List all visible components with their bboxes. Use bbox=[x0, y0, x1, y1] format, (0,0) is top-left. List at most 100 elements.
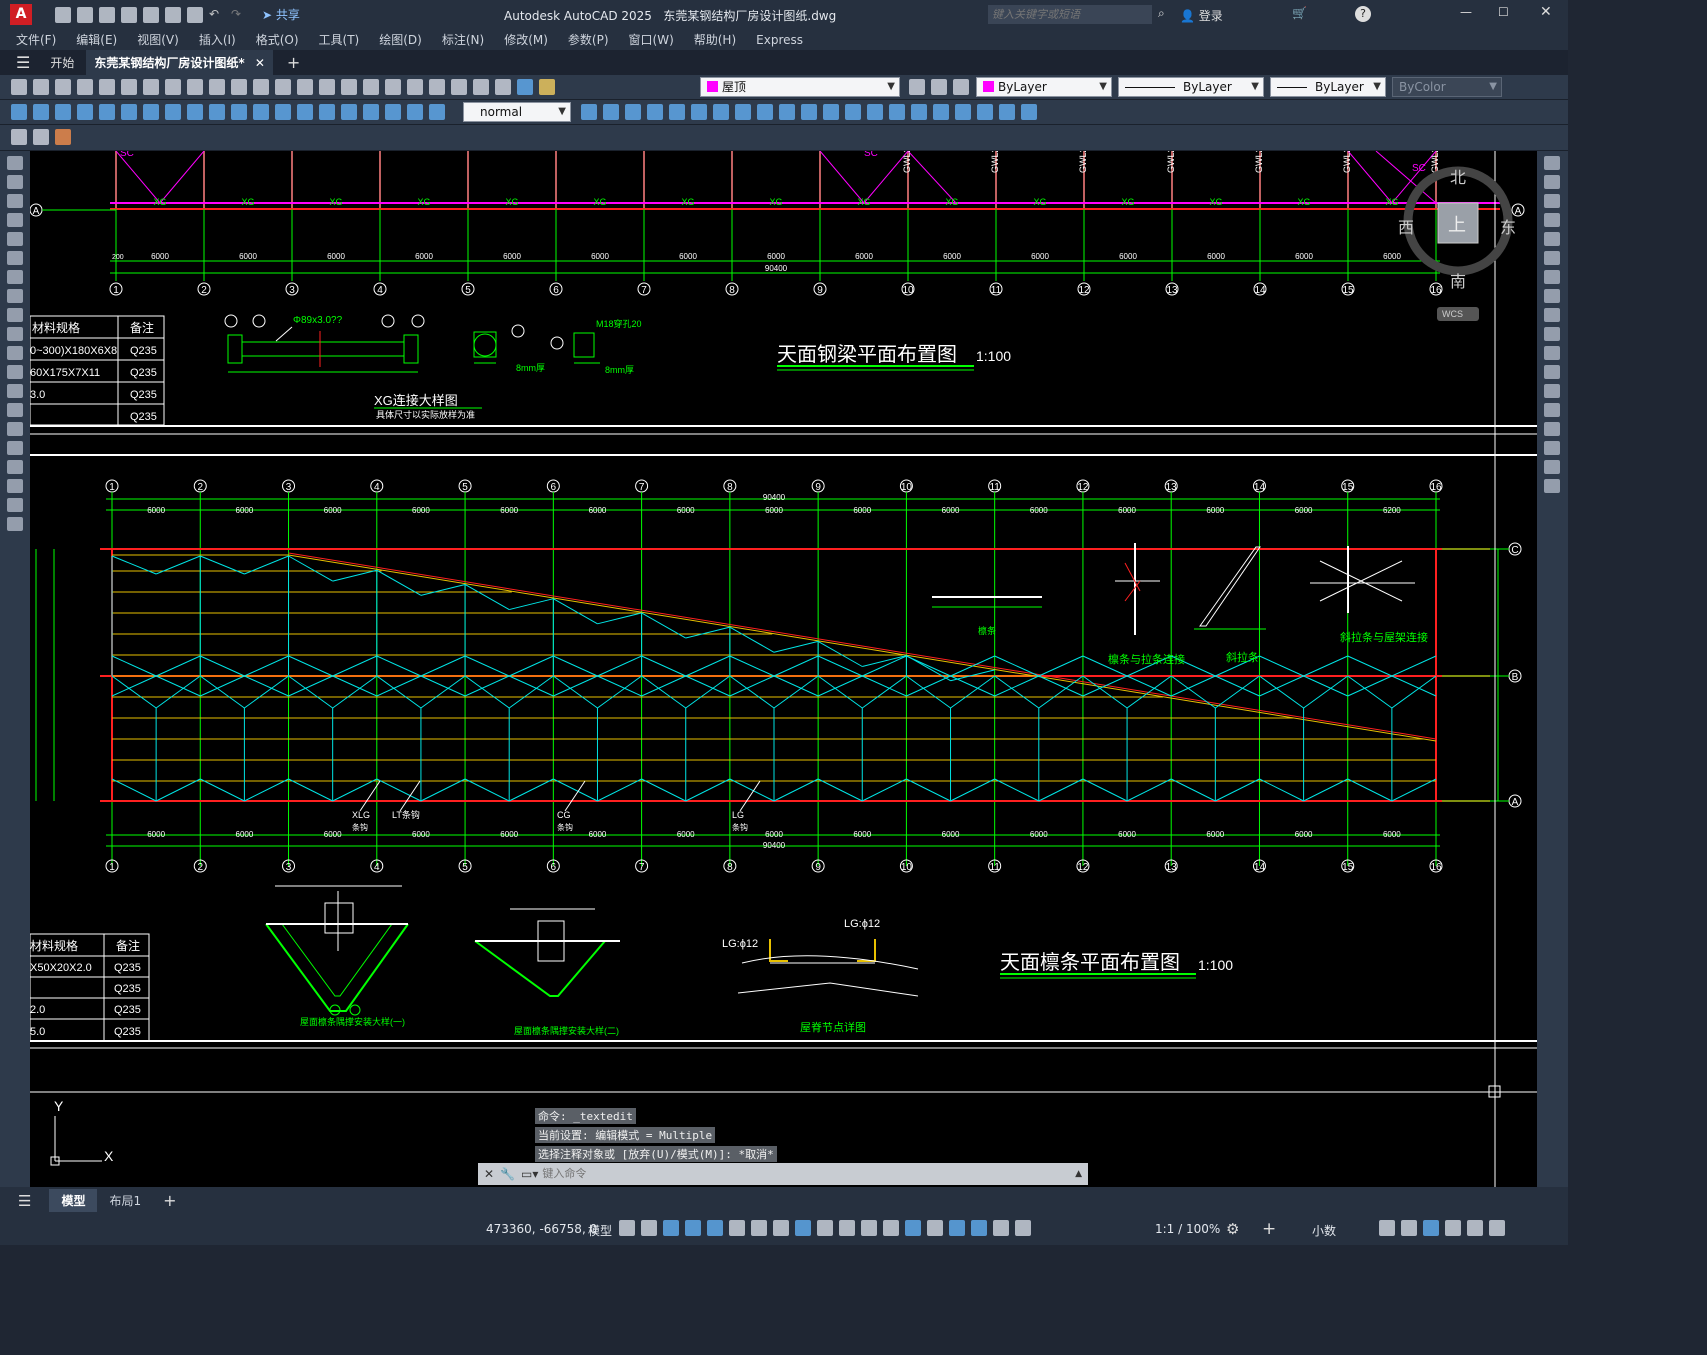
design-center-icon[interactable] bbox=[385, 79, 401, 95]
viewcube-north-label[interactable]: 北 bbox=[1450, 169, 1466, 187]
viewcube[interactable]: 上 北 南 东 西 WCS bbox=[1398, 166, 1516, 321]
hamburger-menu-icon[interactable]: ☰ bbox=[16, 53, 30, 72]
rectangle-icon[interactable] bbox=[7, 232, 23, 246]
open-file-icon[interactable] bbox=[77, 6, 93, 23]
polyline-icon[interactable] bbox=[7, 194, 23, 208]
extend-right-icon[interactable] bbox=[1544, 346, 1560, 360]
wcs-menu[interactable]: WCS bbox=[1442, 309, 1463, 319]
viewcube-top-label[interactable]: 上 bbox=[1448, 215, 1466, 235]
print-icon[interactable] bbox=[77, 79, 93, 95]
close-command-icon[interactable]: ✕ bbox=[484, 1167, 494, 1181]
tolerance-icon[interactable] bbox=[297, 104, 313, 120]
layer-properties-icon[interactable] bbox=[517, 79, 533, 95]
new-tab-button[interactable]: + bbox=[287, 53, 300, 72]
snap-icon[interactable] bbox=[641, 1220, 657, 1236]
properties-icon[interactable] bbox=[363, 79, 379, 95]
tab-layout1[interactable]: 布局1 bbox=[97, 1189, 153, 1212]
web-open-icon[interactable] bbox=[143, 6, 159, 23]
quick-dim-icon[interactable] bbox=[187, 104, 203, 120]
print-preview-icon[interactable] bbox=[99, 79, 115, 95]
blend-icon[interactable] bbox=[1544, 460, 1560, 474]
aligned-dim-icon[interactable] bbox=[33, 104, 49, 120]
scale-icon[interactable] bbox=[735, 104, 751, 120]
add-layout-icon[interactable]: + bbox=[163, 1191, 176, 1210]
fillet-right-icon[interactable] bbox=[1544, 441, 1560, 455]
pan-icon[interactable] bbox=[275, 79, 291, 95]
layer-on-icon[interactable] bbox=[539, 79, 555, 95]
region-icon[interactable] bbox=[7, 460, 23, 474]
block-editor-icon[interactable] bbox=[11, 129, 27, 145]
scale-right-icon[interactable] bbox=[1544, 289, 1560, 303]
linear-dim-icon[interactable] bbox=[11, 104, 27, 120]
tab-model[interactable]: 模型 bbox=[49, 1189, 98, 1212]
dim-edit-icon[interactable] bbox=[385, 104, 401, 120]
markup-icon[interactable] bbox=[451, 79, 467, 95]
viewcube-west-label[interactable]: 西 bbox=[1398, 220, 1414, 237]
close-button[interactable]: ✕ bbox=[1540, 4, 1552, 20]
calculator-icon[interactable] bbox=[473, 79, 489, 95]
annotation-visibility-icon[interactable] bbox=[971, 1220, 987, 1236]
customization-icon[interactable] bbox=[1489, 1220, 1505, 1236]
textstyle-dropdown[interactable]: normal ▼ bbox=[463, 102, 571, 122]
mirror-right-icon[interactable] bbox=[1544, 194, 1560, 208]
insert-block-icon[interactable] bbox=[33, 129, 49, 145]
menu-help[interactable]: 帮助(H) bbox=[684, 31, 746, 48]
layer-dropdown[interactable]: 屋顶 ▼ bbox=[700, 77, 900, 97]
menu-dimension[interactable]: 标注(N) bbox=[432, 31, 494, 48]
save-icon[interactable] bbox=[99, 6, 115, 23]
copy-icon-2[interactable] bbox=[603, 104, 619, 120]
arc-length-icon[interactable] bbox=[55, 104, 71, 120]
menu-express[interactable]: Express bbox=[746, 33, 813, 47]
3d-osnap-icon[interactable] bbox=[883, 1220, 899, 1236]
radius-dim-icon[interactable] bbox=[99, 104, 115, 120]
workspace-icon[interactable] bbox=[55, 129, 71, 145]
make-current-layer-icon[interactable] bbox=[909, 79, 925, 95]
layout-menu-icon[interactable]: ☰ bbox=[18, 1192, 31, 1210]
dim-text-edit-icon[interactable] bbox=[407, 104, 423, 120]
menu-edit[interactable]: 编辑(E) bbox=[66, 31, 127, 48]
join-icon[interactable] bbox=[845, 104, 861, 120]
workspace-gear-icon[interactable]: ⚙ bbox=[1226, 1220, 1239, 1238]
drawing-svg[interactable]: XG XG XG XG XG XG XG XG XG XG XG XG XG XG XG SC SC SC GWL2… bbox=[30, 151, 1537, 1187]
redo-icon[interactable]: ↷ bbox=[231, 7, 247, 23]
circle-icon[interactable] bbox=[7, 270, 23, 284]
close-tab-icon[interactable]: ✕ bbox=[255, 56, 265, 70]
fillet-icon[interactable] bbox=[889, 104, 905, 120]
copy-icon[interactable] bbox=[165, 79, 181, 95]
continue-icon[interactable] bbox=[231, 104, 247, 120]
color-dropdown[interactable]: ByLayer ▼ bbox=[976, 77, 1112, 97]
isolate-objects-icon[interactable] bbox=[1423, 1220, 1439, 1236]
auto-scale-icon[interactable] bbox=[993, 1220, 1009, 1236]
jogged-icon[interactable] bbox=[121, 104, 137, 120]
qnew-icon[interactable] bbox=[11, 79, 27, 95]
redo-tb-icon[interactable] bbox=[253, 79, 269, 95]
dynamic-input-icon[interactable] bbox=[685, 1220, 701, 1236]
annotation-scale-icon[interactable] bbox=[1015, 1220, 1031, 1236]
table-icon[interactable] bbox=[7, 479, 23, 493]
angular-dim-icon[interactable] bbox=[165, 104, 181, 120]
lineweight-icon[interactable] bbox=[817, 1220, 833, 1236]
menu-insert[interactable]: 插入(I) bbox=[189, 31, 246, 48]
erase-icon[interactable] bbox=[933, 104, 949, 120]
command-input[interactable] bbox=[542, 1165, 1070, 1183]
web-save-icon[interactable] bbox=[165, 6, 181, 23]
menu-parametric[interactable]: 参数(P) bbox=[558, 31, 619, 48]
explode-icon[interactable] bbox=[911, 104, 927, 120]
revcloud-icon[interactable] bbox=[7, 289, 23, 303]
arc-icon[interactable] bbox=[7, 251, 23, 265]
menu-window[interactable]: 窗口(W) bbox=[619, 31, 684, 48]
dim-break-icon[interactable] bbox=[275, 104, 291, 120]
infer-constraints-icon[interactable] bbox=[663, 1220, 679, 1236]
draworder-icon[interactable] bbox=[999, 104, 1015, 120]
gizmo-icon[interactable] bbox=[949, 1220, 965, 1236]
group-icon[interactable] bbox=[955, 104, 971, 120]
inspection-icon[interactable] bbox=[341, 104, 357, 120]
move-icon[interactable] bbox=[691, 104, 707, 120]
object-snap-tracking-icon[interactable] bbox=[773, 1220, 789, 1236]
menu-modify[interactable]: 修改(M) bbox=[494, 31, 558, 48]
minimize-button[interactable]: — bbox=[1460, 5, 1472, 19]
cut-icon[interactable] bbox=[143, 79, 159, 95]
add-selected-icon[interactable] bbox=[7, 517, 23, 531]
center-mark-icon[interactable] bbox=[319, 104, 335, 120]
save-as-icon[interactable] bbox=[121, 6, 137, 23]
